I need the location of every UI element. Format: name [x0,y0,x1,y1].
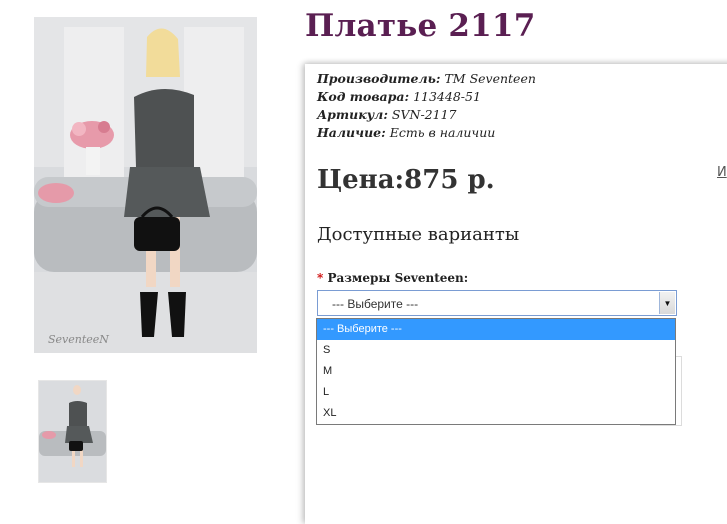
product-main-image[interactable]: SeventeeN [34,17,257,353]
size-dropdown-list[interactable]: --- Выберите --- S M L XL [316,318,676,425]
required-mark: * [317,271,324,285]
product-code-value: 113448-51 [413,89,481,104]
size-option-l[interactable]: L [317,382,675,403]
product-code-row: Код товара: 113448-51 [317,88,536,106]
product-price: Цена:875 р. [317,165,495,195]
chevron-down-icon[interactable]: ▼ [659,292,675,314]
side-link[interactable]: И [717,165,727,180]
size-option-m[interactable]: M [317,361,675,382]
product-thumbnail[interactable] [38,380,107,483]
manufacturer-value[interactable]: ТМ Seventeen [444,71,535,86]
size-select-value: --- Выберите --- [332,297,419,311]
sku-value: SVN-2117 [391,107,457,122]
product-title: Платье 2117 [305,8,536,44]
size-option-placeholder[interactable]: --- Выберите --- [317,319,675,340]
variants-title: Доступные варианты [317,224,520,245]
sku-label: Артикул: [317,107,388,122]
size-select[interactable]: --- Выберите --- ▼ [317,290,677,316]
size-option-xl[interactable]: XL [317,403,675,424]
thumbnail-photo [39,381,106,482]
availability-value: Есть в наличии [389,125,496,140]
product-code-label: Код товара: [317,89,410,104]
product-meta: Производитель: ТМ Seventeen Код товара: … [317,70,536,142]
sku-row: Артикул: SVN-2117 [317,106,536,124]
availability-row: Наличие: Есть в наличии [317,124,536,142]
size-label-text: Размеры Seventeen: [327,271,469,285]
size-label: * Размеры Seventeen: [317,271,468,285]
size-option-s[interactable]: S [317,340,675,361]
availability-label: Наличие: [317,125,386,140]
manufacturer-label: Производитель: [317,71,441,86]
manufacturer-row: Производитель: ТМ Seventeen [317,70,536,88]
watermark-text: SeventeeN [48,333,109,346]
product-photo: SeventeeN [34,17,257,353]
